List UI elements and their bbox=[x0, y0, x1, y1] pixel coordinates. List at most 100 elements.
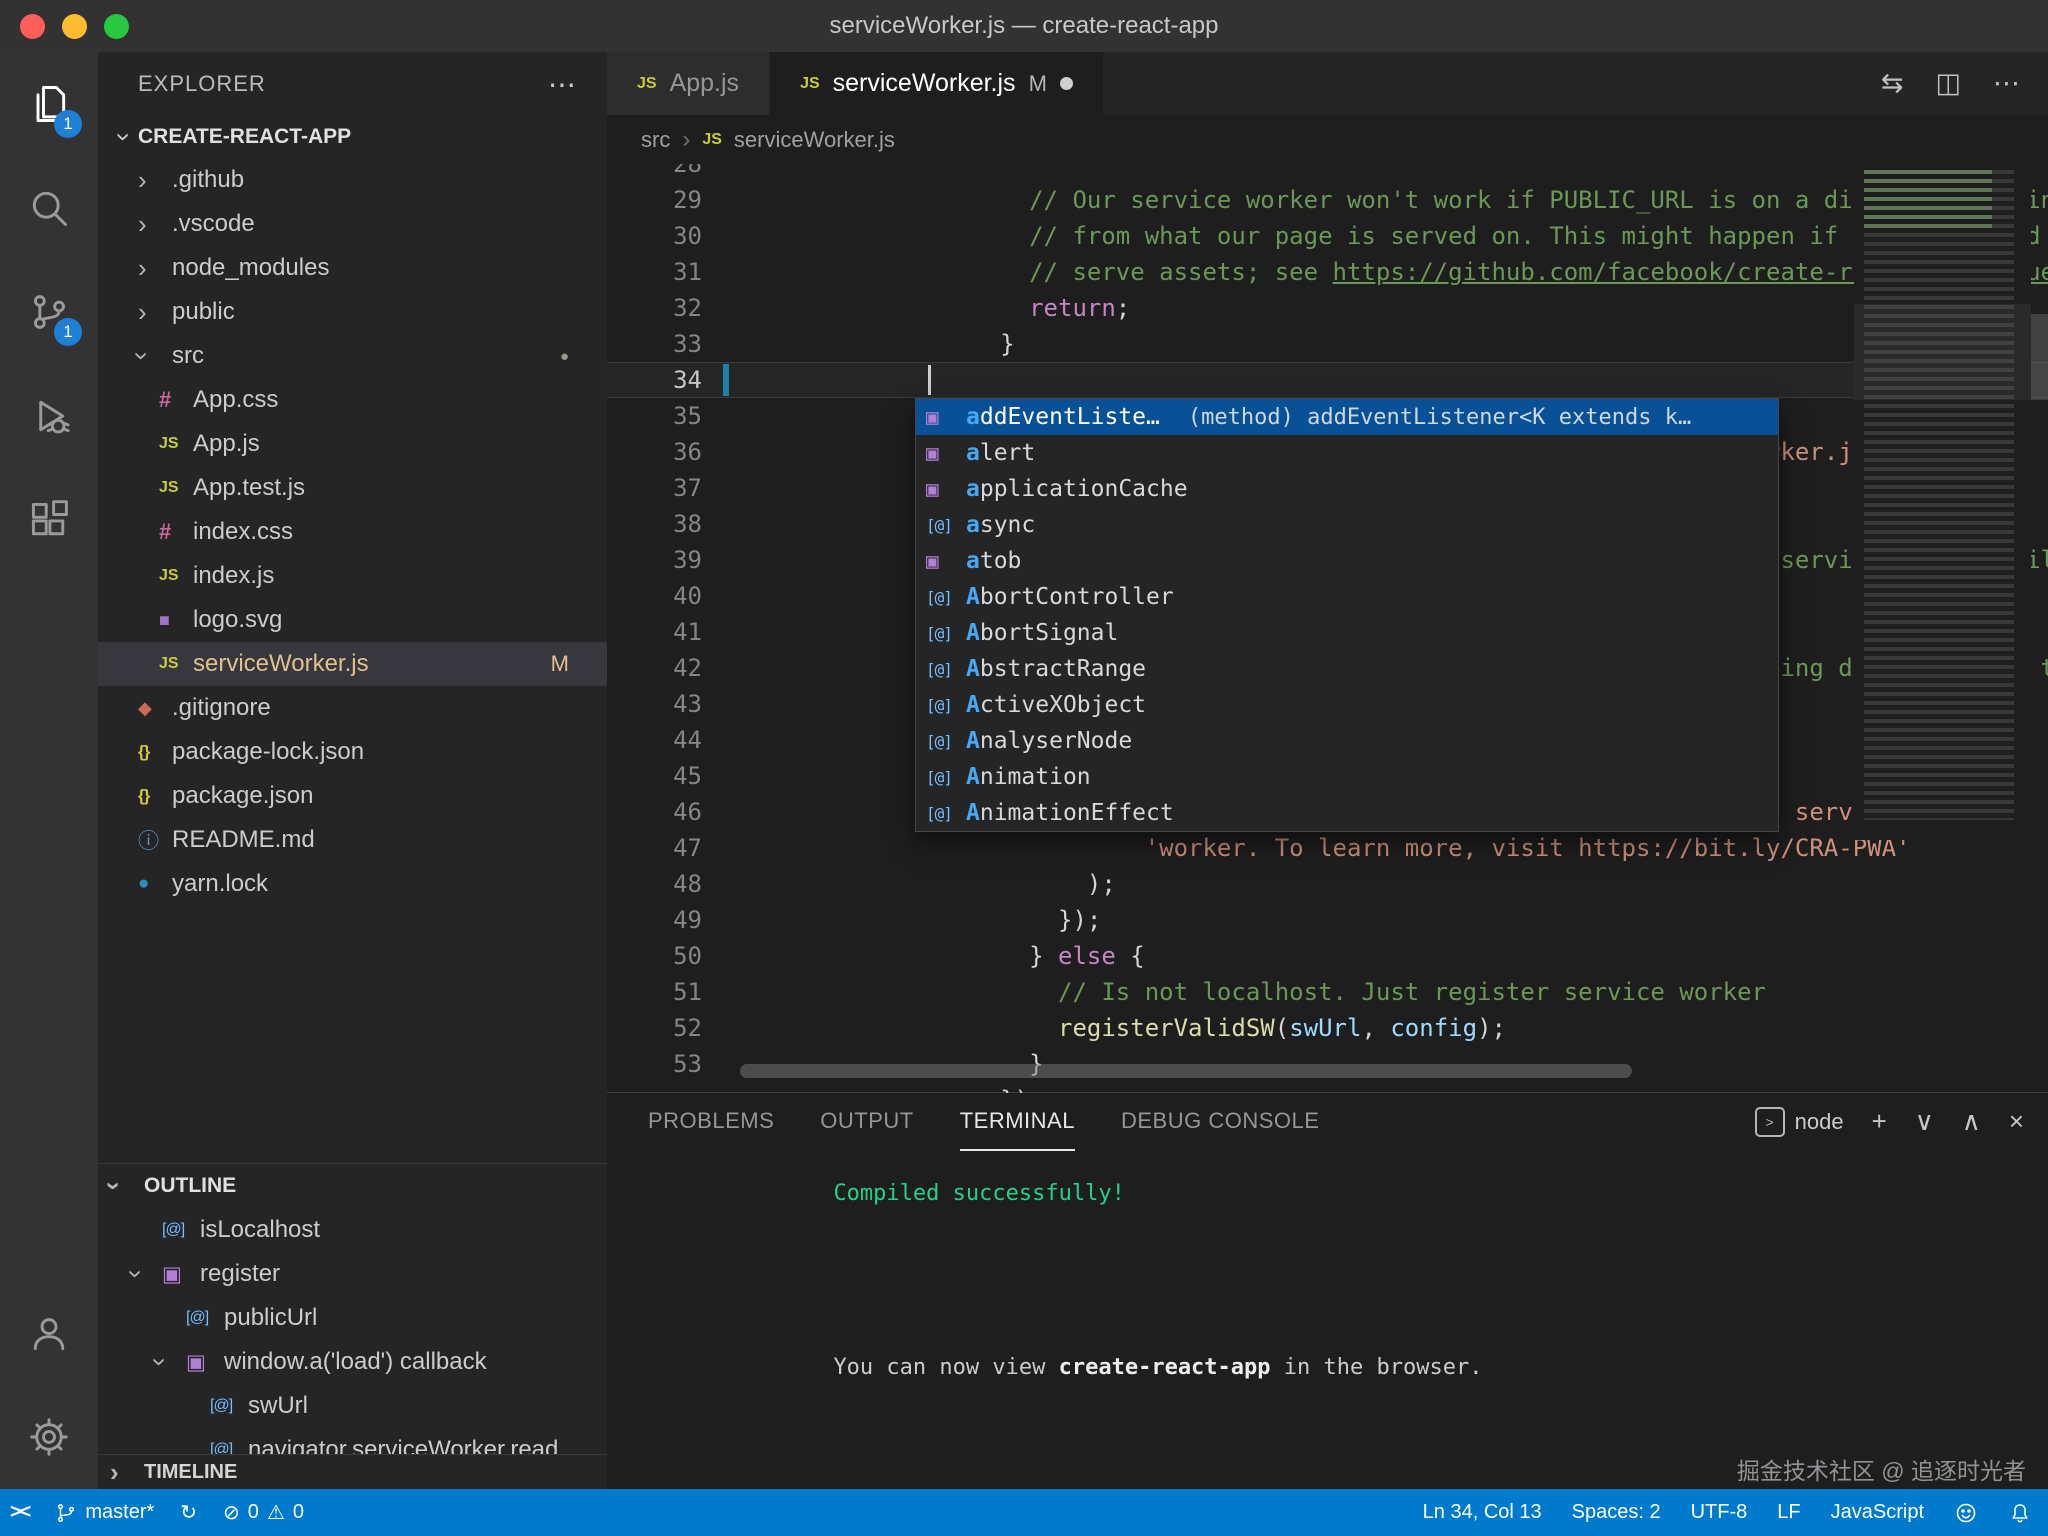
tree-item[interactable]: App.js bbox=[98, 422, 607, 466]
suggestion-item[interactable]: A bortSignal bbox=[916, 615, 1778, 651]
problems-status[interactable]: ⊘ 0 ⚠ 0 bbox=[223, 1500, 304, 1525]
breadcrumb-src[interactable]: src bbox=[641, 127, 670, 153]
breadcrumb-file[interactable]: serviceWorker.js bbox=[734, 127, 895, 153]
outline-item[interactable]: isLocalhost bbox=[98, 1208, 607, 1252]
tab-serviceworker-js[interactable]: serviceWorker.js M bbox=[770, 52, 1104, 115]
suggestion-kind-icon bbox=[926, 516, 966, 535]
tree-item[interactable]: App.test.js bbox=[98, 466, 607, 510]
notifications-bell-icon[interactable] bbox=[2008, 1501, 2032, 1525]
tree-item[interactable]: src ● bbox=[98, 334, 607, 378]
suggestion-item[interactable]: a ddEventListe… (method) addEventListene… bbox=[916, 399, 1778, 435]
tab-terminal[interactable]: TERMINAL bbox=[960, 1092, 1075, 1151]
suggestion-item[interactable]: a sync bbox=[916, 507, 1778, 543]
activity-search[interactable] bbox=[0, 156, 98, 260]
tree-item[interactable]: .vscode bbox=[98, 202, 607, 246]
chevron-right-icon bbox=[110, 1459, 144, 1485]
activity-source-control[interactable]: 1 bbox=[0, 260, 98, 364]
suggestion-item[interactable]: a pplicationCache bbox=[916, 471, 1778, 507]
timeline-section-header[interactable]: TIMELINE bbox=[98, 1454, 607, 1489]
indentation-setting[interactable]: Spaces: 2 bbox=[1572, 1501, 1661, 1524]
code-line[interactable]: 47 ); bbox=[607, 830, 2048, 866]
terminal-output[interactable]: Compiled successfully! You can now view … bbox=[648, 1150, 2028, 1489]
tree-item[interactable]: public bbox=[98, 290, 607, 334]
tree-item[interactable]: index.css bbox=[98, 510, 607, 554]
outline-item[interactable]: navigator.serviceWorker.read bbox=[98, 1428, 607, 1454]
outline-section-header[interactable]: OUTLINE bbox=[98, 1163, 607, 1208]
eol-setting[interactable]: LF bbox=[1777, 1501, 1800, 1524]
code-line[interactable]: 50 // Is not localhost. Just register se… bbox=[607, 938, 2048, 974]
open-changes-icon[interactable]: ⇆ bbox=[1881, 68, 1904, 99]
language-mode[interactable]: JavaScript bbox=[1831, 1501, 1924, 1524]
code-line[interactable]: 29 // from what our page is served on. T… bbox=[607, 182, 2048, 218]
code-line[interactable]: 33 bbox=[607, 326, 2048, 362]
sync-status[interactable]: ↻ bbox=[180, 1500, 197, 1525]
close-panel-icon[interactable]: × bbox=[2009, 1106, 2024, 1137]
outline-item[interactable]: window.a('load') callback bbox=[98, 1340, 607, 1384]
tree-item[interactable]: App.css bbox=[98, 378, 607, 422]
suggestion-item[interactable]: A nalyserNode bbox=[916, 723, 1778, 759]
tree-item[interactable]: index.js bbox=[98, 554, 607, 598]
activity-settings[interactable] bbox=[0, 1385, 98, 1489]
suggestion-item[interactable]: a tob bbox=[916, 543, 1778, 579]
tab-output[interactable]: OUTPUT bbox=[820, 1092, 913, 1151]
feedback-smiley-icon[interactable] bbox=[1954, 1501, 1978, 1525]
tree-item[interactable]: node_modules bbox=[98, 246, 607, 290]
tree-item[interactable]: yarn.lock bbox=[98, 862, 607, 906]
sidebar-more-actions-icon[interactable]: ⋯ bbox=[548, 68, 577, 101]
git-branch-status[interactable]: master* bbox=[55, 1501, 154, 1524]
cursor-position[interactable]: Ln 34, Col 13 bbox=[1423, 1501, 1542, 1524]
file-name: index.js bbox=[193, 562, 274, 590]
tab-app-js[interactable]: App.js bbox=[607, 52, 770, 115]
remote-indicator[interactable]: >< bbox=[10, 1501, 29, 1524]
code-line[interactable]: 34 window.a('load', () => { bbox=[607, 362, 2048, 398]
outline-item[interactable]: register bbox=[98, 1252, 607, 1296]
suggestion-item[interactable]: A bortController bbox=[916, 579, 1778, 615]
encoding-setting[interactable]: UTF-8 bbox=[1691, 1501, 1748, 1524]
tree-item[interactable]: logo.svg bbox=[98, 598, 607, 642]
code-editor[interactable]: 28 // Our service worker won't work if P… bbox=[607, 164, 2048, 1093]
outline-item[interactable]: publicUrl bbox=[98, 1296, 607, 1340]
more-actions-icon[interactable]: ⋯ bbox=[1993, 68, 2020, 99]
tree-item[interactable]: README.md bbox=[98, 818, 607, 862]
suggestion-item[interactable]: A bstractRange bbox=[916, 651, 1778, 687]
vertical-scrollbar[interactable] bbox=[2031, 314, 2048, 400]
activity-accounts[interactable] bbox=[0, 1281, 98, 1385]
code-line[interactable]: 30 // serve assets; see https://github.c… bbox=[607, 218, 2048, 254]
tree-item[interactable]: .github bbox=[98, 158, 607, 202]
code-line[interactable]: 52 } bbox=[607, 1010, 2048, 1046]
tab-debug-console[interactable]: DEBUG CONSOLE bbox=[1121, 1092, 1319, 1151]
suggestion-item[interactable]: A nimationEffect bbox=[916, 795, 1778, 831]
code-line[interactable]: 32 } bbox=[607, 290, 2048, 326]
new-terminal-icon[interactable]: + bbox=[1872, 1106, 1887, 1137]
terminal-selector[interactable]: > node bbox=[1755, 1107, 1844, 1137]
minimap-slider[interactable] bbox=[1854, 304, 2031, 400]
horizontal-scrollbar[interactable] bbox=[740, 1064, 1632, 1078]
minimize-window-button[interactable] bbox=[62, 14, 87, 39]
activity-extensions[interactable] bbox=[0, 468, 98, 572]
outline-item[interactable]: swUrl bbox=[98, 1384, 607, 1428]
suggestion-item[interactable]: A ctiveXObject bbox=[916, 687, 1778, 723]
tree-item[interactable]: package-lock.json bbox=[98, 730, 607, 774]
suggestion-item[interactable]: A nimation bbox=[916, 759, 1778, 795]
code-line[interactable]: 51 registerValidSW(swUrl, config); bbox=[607, 974, 2048, 1010]
code-line[interactable]: 49 } else { bbox=[607, 902, 2048, 938]
tree-item[interactable]: .gitignore bbox=[98, 686, 607, 730]
tree-item[interactable]: package.json bbox=[98, 774, 607, 818]
code-line[interactable]: 28 // Our service worker won't work if P… bbox=[607, 164, 2048, 182]
window-title: serviceWorker.js — create-react-app bbox=[0, 12, 2048, 40]
activity-run-debug[interactable] bbox=[0, 364, 98, 468]
split-editor-icon[interactable]: ◫ bbox=[1935, 68, 1961, 99]
minimap[interactable] bbox=[1854, 164, 2031, 840]
activity-explorer[interactable]: 1 bbox=[0, 52, 98, 156]
suggestion-item[interactable]: a lert bbox=[916, 435, 1778, 471]
tab-problems[interactable]: PROBLEMS bbox=[648, 1092, 774, 1151]
maximize-panel-icon[interactable]: ∧ bbox=[1962, 1106, 1981, 1137]
code-line[interactable]: 48 }); bbox=[607, 866, 2048, 902]
dirty-indicator[interactable] bbox=[1060, 77, 1073, 90]
terminal-dropdown-icon[interactable]: ∨ bbox=[1915, 1106, 1934, 1137]
close-window-button[interactable] bbox=[20, 14, 45, 39]
workspace-section-header[interactable]: CREATE-REACT-APP bbox=[98, 116, 607, 158]
code-line[interactable]: 31 return; bbox=[607, 254, 2048, 290]
maximize-window-button[interactable] bbox=[104, 14, 129, 39]
tree-item[interactable]: serviceWorker.js M bbox=[98, 642, 607, 686]
